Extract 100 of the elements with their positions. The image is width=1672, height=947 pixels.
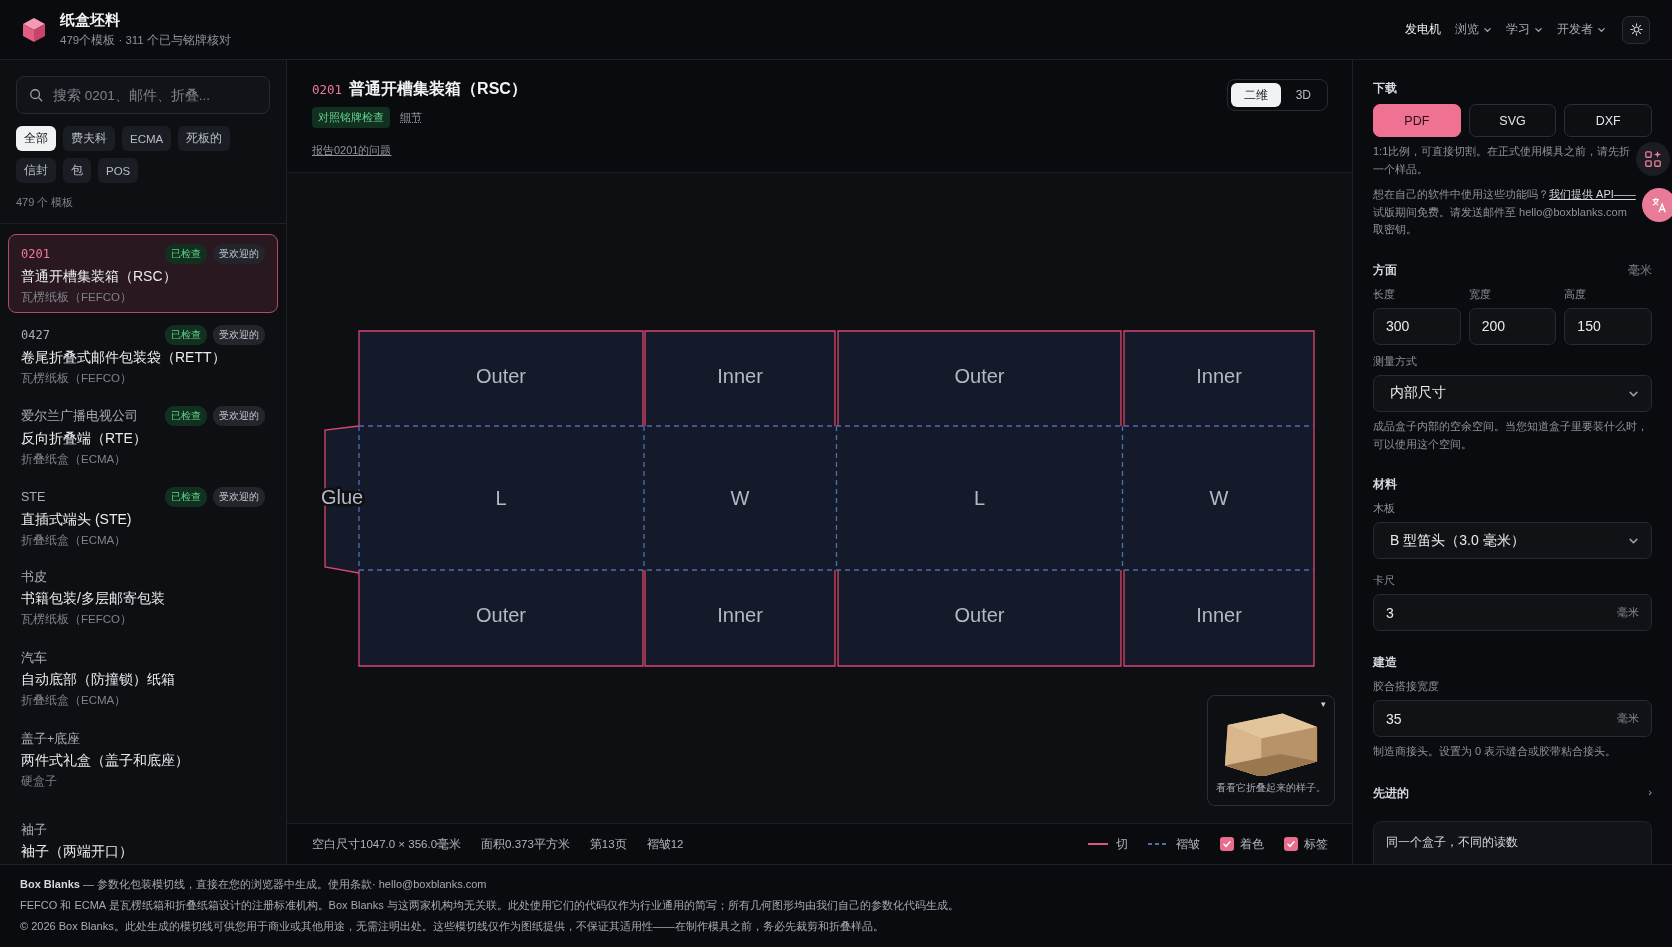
- field-label: 胶合搭接宽度: [1373, 679, 1440, 695]
- nav-link[interactable]: 发电机: [1405, 21, 1441, 38]
- cut-line-icon: [1088, 842, 1108, 846]
- template-item[interactable]: 盖子+底座 两件式礼盒（盖子和底座） 硬盒子: [8, 720, 278, 799]
- checkbox[interactable]: [1284, 837, 1298, 851]
- legend-label: 切: [1116, 836, 1128, 852]
- template-alias: 袖子: [21, 821, 47, 839]
- download-format-button[interactable]: SVG: [1468, 104, 1557, 137]
- panel-label: L: [973, 487, 986, 509]
- fold-preview-card[interactable]: ▾ 看看它折叠起来的样子。: [1207, 695, 1335, 806]
- checkbox-label: 着色: [1240, 836, 1264, 852]
- panel-label: Inner: [1196, 365, 1242, 387]
- api-link[interactable]: 我们提供 API——: [1549, 188, 1636, 201]
- translate-button[interactable]: [1642, 188, 1672, 222]
- panel-label: Inner: [717, 604, 763, 626]
- popular-badge: 受欢迎的: [213, 325, 265, 345]
- download-format-button[interactable]: DXF: [1564, 104, 1652, 137]
- info-card: 同一个盒子，不同的读数: [1373, 820, 1652, 864]
- verified-badge: 已检查: [165, 244, 207, 264]
- template-category: 瓦楞纸板（FEFCO）: [21, 290, 133, 305]
- theme-toggle-button[interactable]: [1622, 15, 1650, 44]
- template-category: 硬盒子: [21, 774, 58, 789]
- template-category: 瓦楞纸板（FEFCO）: [21, 612, 133, 627]
- verified-badge: 已检查: [165, 487, 207, 507]
- field-hint: 制造商接头。设置为 0 表示缝合或胶带粘合接头。: [1373, 744, 1618, 760]
- field-label: 木板: [1373, 501, 1396, 517]
- template-code: 0427: [21, 328, 50, 342]
- verified-badge: 对照铭牌检查: [312, 107, 390, 128]
- download-format-button[interactable]: PDF: [1373, 104, 1461, 137]
- checkbox[interactable]: [1220, 837, 1234, 851]
- panel-label: Outer: [954, 365, 1005, 387]
- template-code: 0201: [21, 247, 50, 261]
- nav-link[interactable]: 开发者: [1557, 21, 1606, 38]
- panel-label: Inner: [717, 365, 763, 387]
- unit-label: 毫米: [1628, 262, 1652, 278]
- grid-sparkle-icon: [1644, 150, 1662, 168]
- translate-icon: [1650, 196, 1668, 214]
- field-label: 卡尺: [1373, 573, 1396, 589]
- popular-badge: 受欢迎的: [213, 487, 265, 507]
- template-alias: STE: [21, 490, 46, 504]
- filter-chip[interactable]: 全部: [16, 126, 56, 151]
- preview-toggle[interactable]: ▾: [1321, 699, 1326, 709]
- template-item[interactable]: 0201 已检查 受欢迎的 普通开槽集装箱（RSC） 瓦楞纸板（FEFCO）: [8, 234, 278, 313]
- template-name: 反向折叠端（RTE）: [21, 430, 148, 448]
- number-field[interactable]: 300: [1373, 307, 1461, 345]
- section-heading: 方面: [1373, 262, 1397, 278]
- template-code: 0201: [312, 82, 343, 97]
- filter-chip[interactable]: ECMA: [122, 126, 172, 151]
- template-item[interactable]: 0427 已检查 受欢迎的 卷尾折叠式邮件包装袋（RETT） 瓦楞纸板（FEFCO）: [8, 315, 278, 394]
- number-field[interactable]: 150: [1564, 307, 1652, 345]
- filter-chip[interactable]: 死板的: [178, 126, 231, 151]
- panel-label: Inner: [1196, 604, 1242, 626]
- template-name: 自动底部（防撞锁）纸箱: [21, 671, 176, 689]
- panel-label: Outer: [954, 604, 1005, 626]
- template-alias: 书皮: [21, 569, 47, 586]
- legend-label: 褶皱: [1176, 836, 1200, 852]
- view-tab[interactable]: 3D: [1282, 83, 1324, 107]
- search-field[interactable]: 搜索 0201、邮件、折叠...: [16, 76, 270, 114]
- template-item[interactable]: 袖子 袖子（两端开口）: [8, 801, 278, 864]
- chevron-icon: ›: [1648, 785, 1652, 801]
- panel-label: W: [1209, 487, 1229, 509]
- dropdown[interactable]: B 型笛头（3.0 毫米）: [1373, 522, 1652, 560]
- check-icon: [1222, 839, 1232, 849]
- blank-stat: 面积0.373平方米: [481, 836, 570, 852]
- download-note: 1:1比例，可直接切割。在正式使用模具之前，请先折 一个样品。: [1373, 144, 1632, 177]
- search-icon: [29, 88, 43, 102]
- panel-label: W: [730, 487, 750, 509]
- filter-chip[interactable]: 费夫科: [63, 126, 115, 151]
- number-field[interactable]: 3 毫米: [1373, 594, 1652, 632]
- template-item[interactable]: 爱尔兰广播电视公司 已检查 受欢迎的 反向折叠端（RTE） 折叠纸盒（ECMA）: [8, 396, 278, 475]
- filter-chip[interactable]: 包: [63, 158, 91, 183]
- template-name: 书籍包装/多层邮寄包装: [21, 590, 166, 608]
- template-alias: 汽车: [21, 650, 47, 667]
- section-heading: 材料: [1373, 477, 1397, 493]
- nav-link[interactable]: 浏览: [1455, 21, 1492, 38]
- template-category: 瓦楞纸板（FEFCO）: [21, 371, 133, 386]
- template-item[interactable]: STE 已检查 受欢迎的 直插式端头 (STE) 折叠纸盒（ECMA）: [8, 477, 278, 556]
- preview-caption: 看看它折叠起来的样子。: [1216, 782, 1326, 795]
- blank-stat: 褶皱12: [646, 836, 684, 852]
- number-field[interactable]: 35 毫米: [1373, 700, 1652, 738]
- section-heading: 建造: [1373, 655, 1397, 671]
- footer-text: © 2026 Box Blanks。此处生成的模切线可供您用于商业或其他用途，无需注明出处。这些模切线仅作为图纸提供，不保证其适用性——在制作模具之前，务必先裁剪和折叠样品。: [20, 919, 885, 934]
- floating-button[interactable]: [1636, 142, 1670, 176]
- footer-text: Box Blanks — 参数化包装模切线，直接在您的浏览器中生成。使用条款· hello@boxblanks.com: [20, 877, 488, 892]
- app-subtitle: 479个模板 · 311 个已与铭牌核对: [60, 33, 231, 48]
- template-item[interactable]: 汽车 自动底部（防撞锁）纸箱 折叠纸盒（ECMA）: [8, 639, 278, 718]
- template-name: 普通开槽集装箱（RSC）: [21, 268, 178, 286]
- nav-link[interactable]: 学习: [1506, 21, 1543, 38]
- template-alias: 爱尔兰广播电视公司: [21, 407, 138, 425]
- number-field[interactable]: 200: [1468, 307, 1557, 345]
- details-link[interactable]: 细节: [400, 110, 422, 125]
- checkbox-label: 标签: [1304, 836, 1328, 852]
- advanced-toggle[interactable]: 先进的 ›: [1373, 785, 1652, 801]
- section-heading: 下载: [1373, 81, 1397, 96]
- dropdown[interactable]: 内部尺寸: [1373, 374, 1652, 412]
- template-item[interactable]: 书皮 书籍包装/多层邮寄包装 瓦楞纸板（FEFCO）: [8, 558, 278, 637]
- report-link[interactable]: 报告0201的问题: [312, 143, 392, 158]
- filter-chip[interactable]: 信封: [16, 158, 56, 183]
- filter-chip[interactable]: POS: [98, 158, 139, 183]
- view-tab[interactable]: 二维: [1230, 83, 1281, 107]
